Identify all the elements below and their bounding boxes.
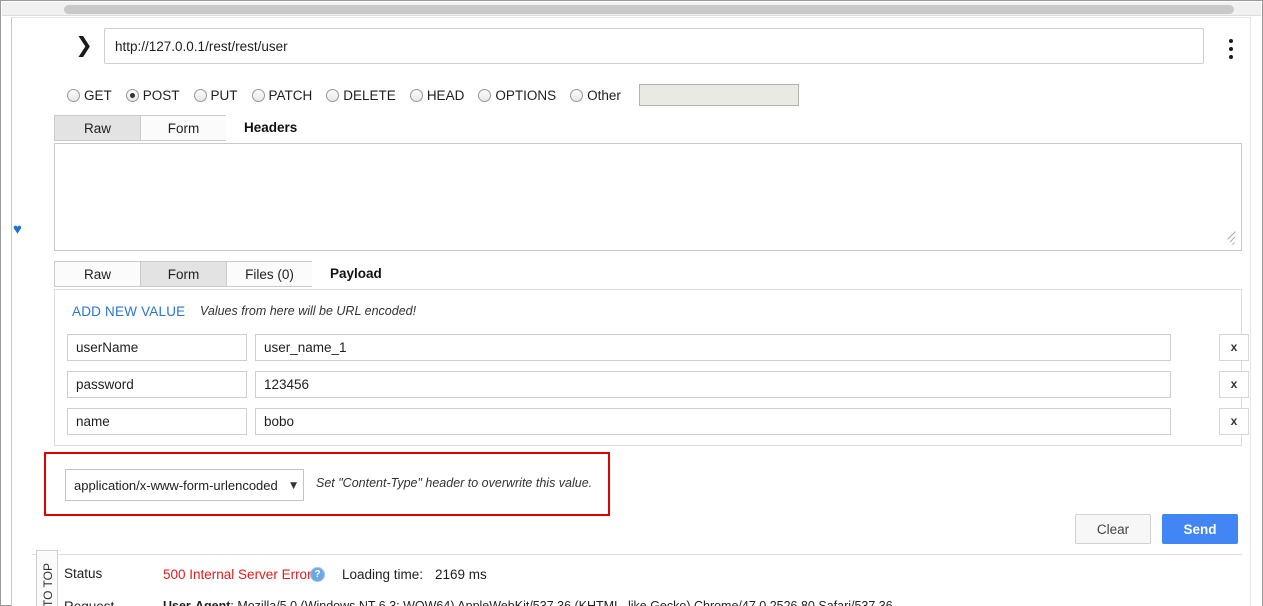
radio-dot-options[interactable] (478, 88, 492, 102)
method-option-post[interactable]: POST (125, 87, 180, 103)
headers-tab-form[interactable]: Form (140, 115, 226, 141)
request-header-name: User-Agent (163, 599, 231, 606)
expand-chevron-icon[interactable]: ❯ (73, 33, 95, 57)
payload-tabbar: Raw Form Files (0) Payload (54, 261, 382, 287)
payload-panel: ADD NEW VALUE Values from here will be U… (54, 289, 1249, 446)
method-option-get[interactable]: GET (67, 88, 112, 103)
payload-key-input[interactable] (67, 408, 247, 435)
request-label: Request (64, 599, 114, 606)
right-gutter (1250, 17, 1262, 606)
radio-dot-head[interactable] (409, 88, 423, 102)
content-type-selected-value: application/x-www-form-urlencoded (74, 477, 278, 493)
payload-key-input[interactable] (67, 334, 247, 361)
method-label-delete: DELETE (343, 87, 396, 103)
status-badge: 500 Internal Server Error (163, 567, 312, 582)
method-label-post: POST (142, 87, 180, 103)
url-row: ❯ (57, 23, 1242, 71)
other-method-input[interactable] (638, 84, 799, 106)
headers-tabbar: Raw Form Headers (54, 115, 297, 141)
loading-time-label: Loading time: (342, 567, 424, 582)
method-option-delete[interactable]: DELETE (326, 88, 396, 103)
headers-section-title: Headers (244, 120, 298, 135)
loading-time-value: 2169 ms (435, 567, 487, 582)
payload-value-input[interactable] (255, 334, 1171, 361)
method-option-options[interactable]: OPTIONS (478, 88, 556, 103)
more-options-icon[interactable] (1220, 35, 1242, 61)
method-label-other: Other (587, 87, 621, 103)
response-divider (32, 554, 1242, 555)
method-label-put: PUT (210, 87, 238, 103)
request-user-agent-line: User-Agent: Mozilla/5.0 (Windows NT 6.3;… (163, 599, 893, 606)
radio-dot-patch[interactable] (251, 88, 265, 102)
request-panel: ❯ GET POST PUT PATCH (11, 17, 1251, 606)
app-window: ❯ GET POST PUT PATCH (0, 0, 1263, 606)
payload-tab-form[interactable]: Form (140, 261, 226, 287)
horizontal-scrollbar-track[interactable] (2, 2, 1261, 16)
method-label-head: HEAD (426, 87, 465, 103)
radio-dot-put[interactable] (193, 88, 207, 102)
payload-section-title: Payload (330, 266, 382, 281)
method-option-put[interactable]: PUT (193, 87, 238, 103)
payload-value-input[interactable] (255, 371, 1171, 398)
chevron-down-icon: ▼ (290, 481, 297, 491)
help-icon[interactable]: ? (310, 567, 325, 582)
to-top-label: TO TOP (41, 563, 55, 606)
payload-row-delete-button[interactable]: x (1219, 371, 1249, 398)
send-button[interactable]: Send (1162, 514, 1238, 544)
method-option-head[interactable]: HEAD (409, 87, 465, 103)
method-option-other[interactable]: Other (570, 88, 621, 103)
payload-row: x (67, 334, 1249, 361)
headers-tab-raw[interactable]: Raw (54, 115, 140, 141)
urlencoded-note: Values from here will be URL encoded! (200, 304, 417, 318)
heart-icon[interactable]: ♥ (13, 222, 27, 237)
method-label-get: GET (84, 87, 112, 103)
status-label: Status (64, 566, 103, 581)
headers-textarea[interactable] (54, 143, 1242, 251)
payload-value-input[interactable] (255, 408, 1171, 435)
payload-row-delete-button[interactable]: x (1219, 408, 1249, 435)
payload-tab-raw[interactable]: Raw (54, 261, 140, 287)
payload-row: x (67, 408, 1249, 435)
radio-dot-other[interactable] (570, 88, 584, 102)
request-header-value: : Mozilla/5.0 (Windows NT 6.3; WOW64) Ap… (230, 599, 893, 606)
payload-tab-files[interactable]: Files (0) (226, 261, 312, 287)
clear-button[interactable]: Clear (1075, 514, 1151, 544)
radio-dot-get[interactable] (67, 88, 80, 102)
payload-row-delete-button[interactable]: x (1219, 334, 1249, 361)
url-input[interactable] (104, 28, 1204, 64)
method-label-patch: PATCH (268, 87, 313, 103)
radio-dot-delete[interactable] (326, 88, 340, 102)
method-option-patch[interactable]: PATCH (251, 87, 313, 103)
radio-dot-post[interactable] (125, 88, 139, 102)
content-type-highlight-box: application/x-www-form-urlencoded ▼ Set … (44, 452, 610, 516)
http-method-radio-group: GET POST PUT PATCH DELETE HEAD OPTIONS O… (67, 84, 799, 106)
content-type-hint: Set "Content-Type" header to overwrite t… (316, 476, 593, 490)
add-new-value-link[interactable]: ADD NEW VALUE (72, 304, 185, 319)
payload-key-input[interactable] (67, 371, 247, 398)
payload-row: x (67, 371, 1249, 398)
method-label-options: OPTIONS (495, 87, 557, 103)
horizontal-scrollbar-thumb[interactable] (64, 5, 1234, 14)
to-top-button[interactable]: TO TOP (36, 550, 58, 606)
content-type-select[interactable]: application/x-www-form-urlencoded ▼ (65, 469, 304, 501)
